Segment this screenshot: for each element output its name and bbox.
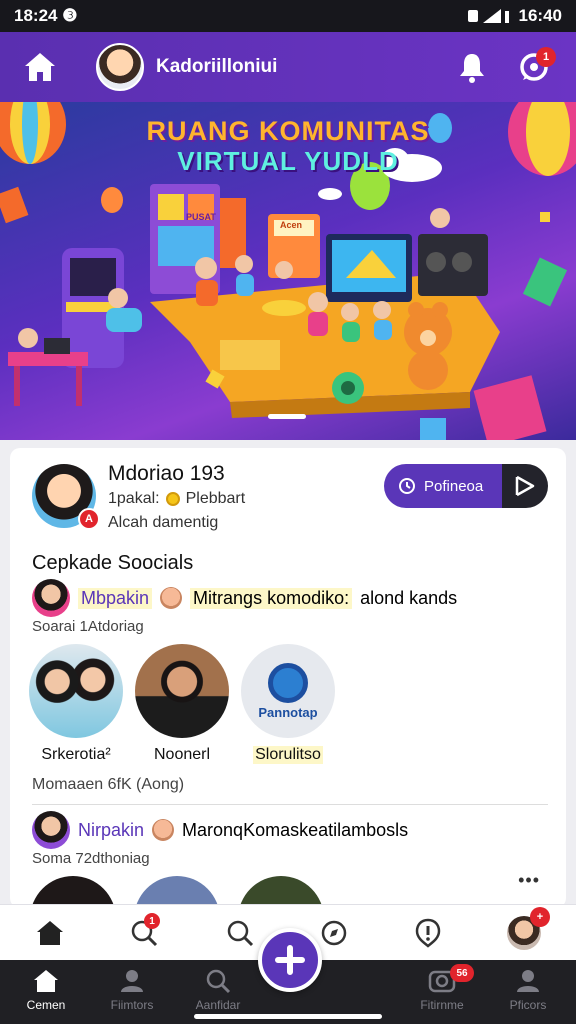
system-home-indicator[interactable] [194, 1014, 382, 1019]
activity-item[interactable]: Nirpakin MaronqKomaskeatilambosls [32, 810, 408, 850]
profile-name: Mdoriao 193 [108, 462, 225, 485]
stage-sign: Acen [280, 220, 303, 230]
create-post-button[interactable] [258, 928, 322, 992]
camera-icon: 56 [402, 964, 482, 994]
divider [32, 804, 548, 805]
banner-subheadline: VIRTUAL YUDLD [177, 146, 399, 176]
status-time: 18:24 ❸ [14, 6, 78, 25]
friend-item[interactable]: Pannotap Slorulitso [240, 644, 336, 764]
banner-headline: RUANG KOMUNITAS [146, 116, 430, 146]
explore-search-icon[interactable] [220, 913, 260, 953]
chat-icon[interactable]: 1 [514, 47, 556, 87]
friend-caption: Srkerotia² [41, 746, 111, 763]
home-icon [6, 968, 86, 994]
compass-icon[interactable] [314, 913, 354, 953]
search-tab-icon[interactable]: 1 [124, 913, 164, 953]
activity-user[interactable]: Mbpakin [78, 587, 153, 609]
friend-item[interactable]: Noonerl [134, 644, 230, 764]
search-icon [178, 968, 258, 994]
social-section-title: Cepkade Soocials [32, 552, 194, 574]
status-icons: 16:40 [467, 6, 562, 26]
community-logo[interactable]: Pannotap [241, 644, 335, 738]
activity-text: alond kands [360, 587, 458, 608]
friend-photo[interactable] [29, 644, 123, 738]
clock-icon [399, 478, 415, 494]
profile-avatar[interactable]: A [32, 464, 100, 530]
nav-label: Pficors [509, 998, 547, 1012]
profile-tab-avatar[interactable]: + [504, 907, 550, 953]
search-badge: 1 [144, 913, 160, 929]
nav-label: Aanfidar [195, 998, 241, 1012]
activity-subtext: Soma 72dthoniag [32, 850, 150, 867]
profile-stats-prefix: 1pakal: [108, 490, 160, 507]
face-icon [160, 587, 183, 609]
arcade-sign: PUSAT [186, 212, 216, 222]
avatar-badge: A [78, 508, 100, 530]
activity-text: MaronqKomaskeatilambosls [182, 819, 409, 840]
signal-icon [467, 9, 509, 23]
notification-badge: 1 [536, 47, 556, 67]
plus-icon [275, 945, 305, 975]
bell-icon[interactable] [452, 47, 492, 87]
profile-badge: + [530, 907, 550, 927]
friend-caption: Noonerl [153, 746, 211, 763]
friend-photo[interactable] [135, 644, 229, 738]
activity-target[interactable]: Mitrangs komodiko: [190, 587, 353, 609]
community-logo-label: Pannotap [258, 704, 318, 720]
social-meta: Momaaen 6fK (Aong) [32, 776, 185, 793]
profile-subtitle: Alcah damentig [108, 514, 219, 531]
community-banner[interactable]: RUANG KOMUNITAS VIRTUAL YUDLD PUSAT Acen [0, 102, 576, 440]
nav-label: Fitirnme [420, 998, 464, 1012]
nav-item-camera[interactable]: 56 Fitirnme [402, 964, 482, 1012]
status-bar: 18:24 ❸ 16:40 [0, 0, 576, 32]
friends-row: Srkerotia² Noonerl Pannotap Slorulitso [28, 644, 336, 764]
status-clock: 16:40 [518, 6, 562, 25]
home-tab-icon[interactable] [30, 913, 70, 953]
profile-action-label: Pofineoa [424, 477, 484, 495]
person-icon [488, 968, 568, 994]
banner-pager-indicator [268, 414, 306, 419]
profile-stats-value: Plebbart [185, 490, 246, 507]
nav-label: Fiimtors [110, 998, 154, 1012]
coin-icon [165, 492, 180, 506]
profile-card: A Mdoriao 193 1pakal: Plebbart Alcah dam… [10, 448, 566, 908]
profile-action-main[interactable]: Pofineoa [384, 464, 502, 508]
nav-item-home[interactable]: Cemen [6, 968, 86, 1012]
app-title: Kadoriilloniui [156, 56, 278, 77]
user-avatar[interactable] [96, 43, 144, 91]
friend-item[interactable]: Srkerotia² [28, 644, 124, 764]
profile-stats: 1pakal: Plebbart [108, 490, 245, 508]
person-icon [92, 968, 172, 994]
activity-subtext: Soarai 1Atdoriag [32, 618, 144, 635]
nav-label: Cemen [26, 998, 66, 1012]
friend-caption: Slorulitso [253, 746, 323, 764]
app-bar: Kadoriilloniui 1 [0, 32, 576, 102]
nav-item-search[interactable]: Aanfidar [178, 968, 258, 1012]
nav-item-profile[interactable]: Pficors [488, 968, 568, 1012]
profile-action-button[interactable]: Pofineoa [384, 464, 548, 508]
alert-icon[interactable] [408, 913, 448, 953]
activity-avatar[interactable] [32, 811, 70, 849]
more-options-icon[interactable]: ••• [518, 870, 540, 891]
nav-item-friends[interactable]: Fiimtors [92, 968, 172, 1012]
camera-badge: 56 [450, 964, 474, 982]
activity-avatar[interactable] [32, 579, 70, 617]
face-icon [152, 819, 175, 841]
home-icon[interactable] [22, 49, 58, 85]
activity-user[interactable]: Nirpakin [78, 820, 144, 841]
logo-icon [268, 662, 308, 703]
activity-item[interactable]: Mbpakin Mitrangs komodiko: alond kands [32, 578, 457, 618]
share-icon[interactable] [502, 464, 548, 508]
